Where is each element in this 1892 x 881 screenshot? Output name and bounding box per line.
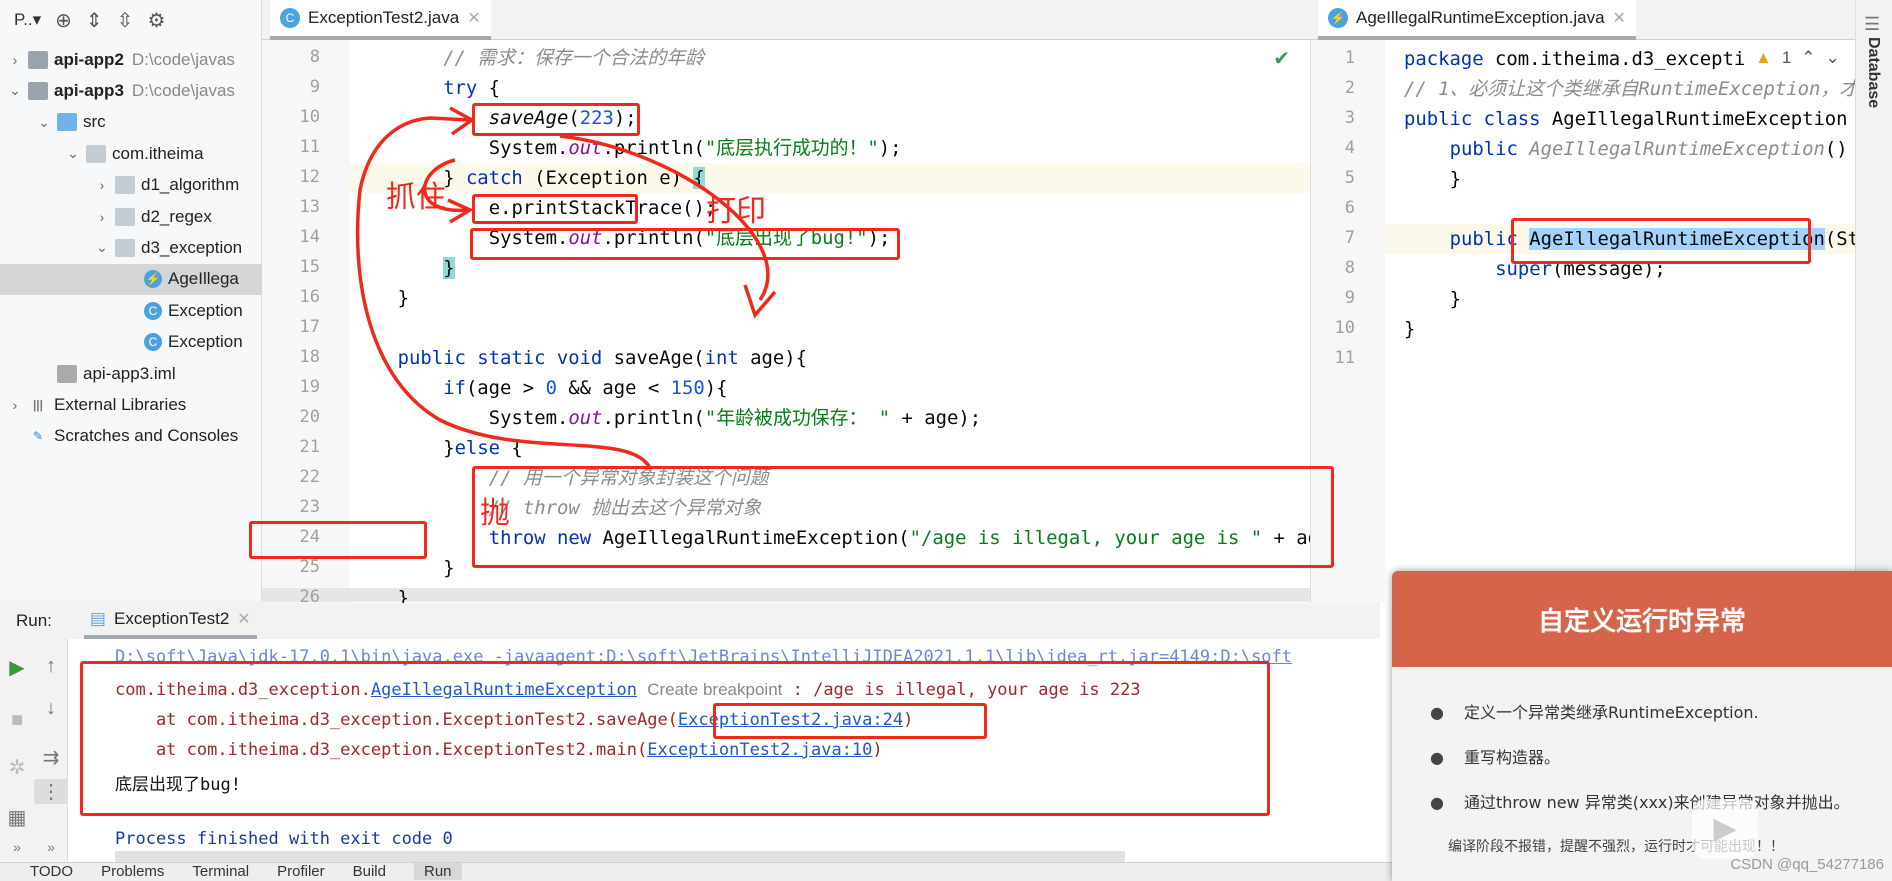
warning-icon: ▲ [1755, 48, 1772, 67]
print-arrow [559, 134, 777, 319]
play-icon[interactable]: ▶ [1692, 799, 1758, 859]
slide-bullet: 定义一个异常类继承RuntimeException. [1430, 699, 1759, 723]
catch-arrow [422, 158, 474, 224]
warning-count: 1 [1781, 48, 1792, 67]
slide-title: 自定义运行时异常 [1392, 571, 1892, 667]
chevron-up-icon[interactable]: ⌃ [1801, 48, 1815, 68]
slide-overlay: 自定义运行时异常 定义一个异常类继承RuntimeException. 重写构造… [1392, 571, 1892, 881]
slide-bullet: 重写构造器。 [1430, 744, 1560, 768]
inspection-widget[interactable]: ▲ 1 ⌃ ⌄ [1751, 48, 1844, 68]
throw-to-catch-arrow [355, 106, 652, 469]
watermark: CSDN @qq_54277186 [1730, 856, 1884, 873]
chevron-down-icon[interactable]: ⌄ [1826, 48, 1840, 68]
slide-bullet: 通过throw new 异常类(xxx)来创建异常对象并抛出。 [1430, 789, 1850, 813]
